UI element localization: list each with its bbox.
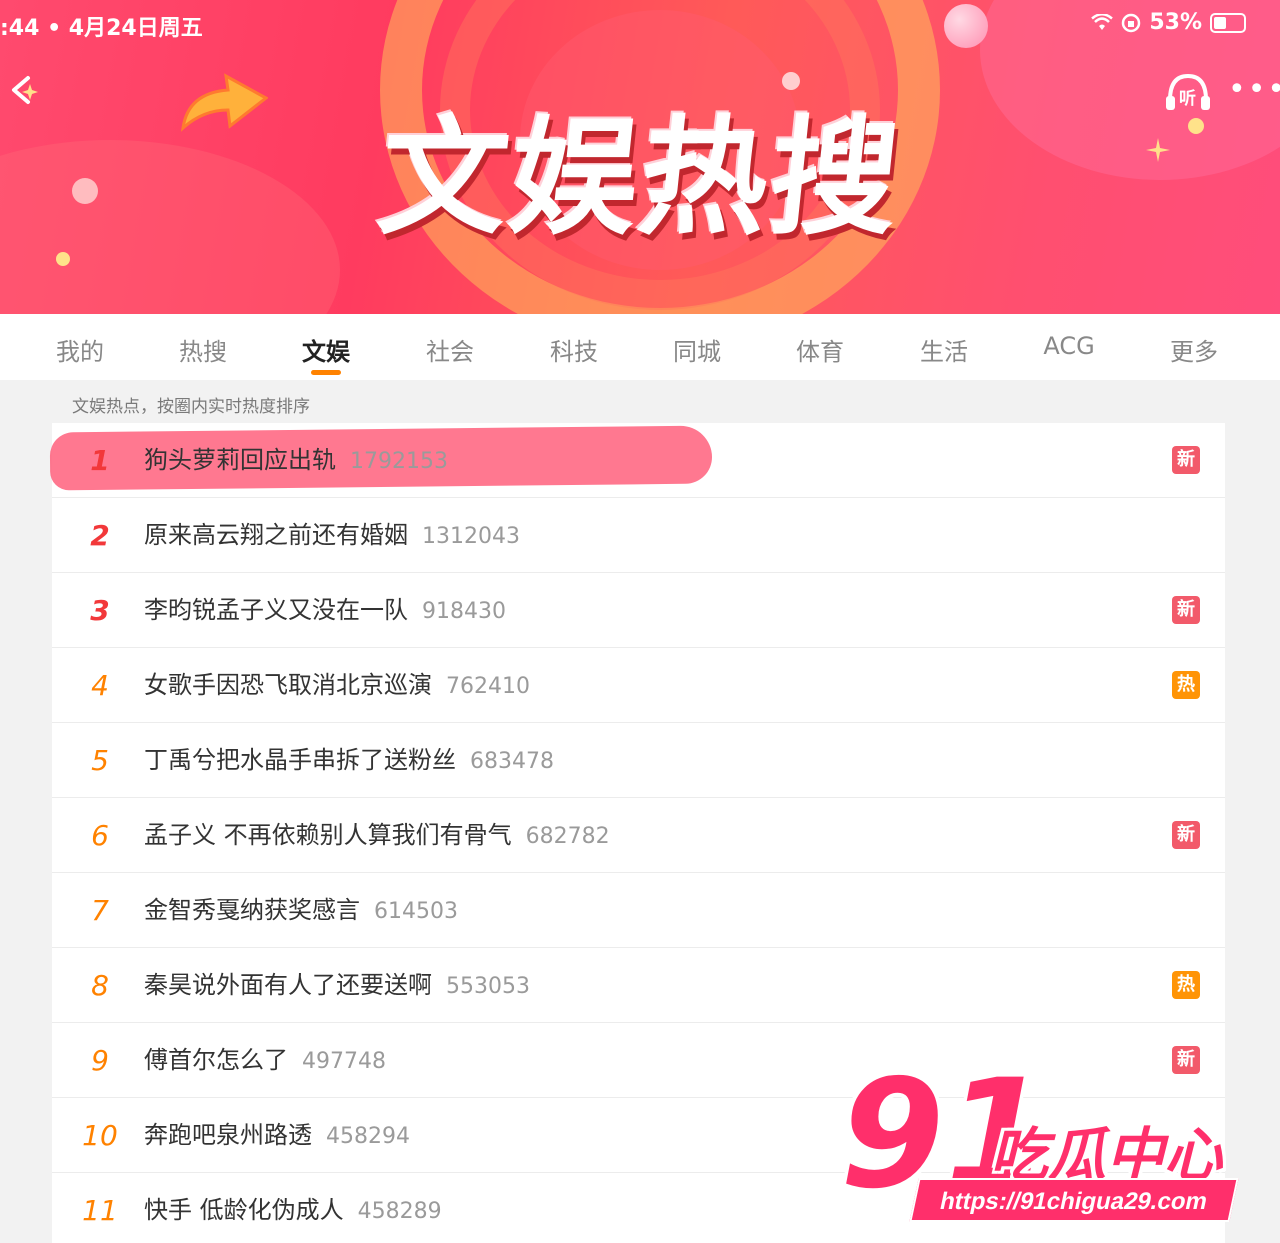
heat-count: 458289 xyxy=(357,1199,442,1224)
topic-text: 快手 低龄化伪成人 458289 xyxy=(144,1173,442,1243)
watermark-logo: 91 吃瓜中心 https://91chigua29.com xyxy=(840,1060,1260,1240)
listen-button[interactable]: 听 xyxy=(1164,72,1212,112)
topic-title: 秦昊说外面有人了还要送啊 xyxy=(144,971,432,999)
topic-text: 秦昊说外面有人了还要送啊 553053 xyxy=(144,948,530,1023)
topic-title: 李昀锐孟子义又没在一队 xyxy=(144,596,408,624)
sparkle-icon xyxy=(1146,138,1170,162)
rank-number: 3 xyxy=(90,594,110,627)
list-item[interactable]: 5 丁禹兮把水晶手串拆了送粉丝 683478 xyxy=(52,723,1225,798)
topic-text: 孟子义 不再依赖别人算我们有骨气 682782 xyxy=(144,798,610,873)
rank-number: 11 xyxy=(82,1194,118,1227)
tab-more[interactable]: 更多 xyxy=(1170,332,1218,367)
topic-text: 丁禹兮把水晶手串拆了送粉丝 683478 xyxy=(144,723,554,798)
list-item[interactable]: 6 孟子义 不再依赖别人算我们有骨气 682782 新 xyxy=(52,798,1225,873)
topic-title: 丁禹兮把水晶手串拆了送粉丝 xyxy=(144,746,456,774)
rank-number: 4 xyxy=(91,669,109,702)
back-button[interactable] xyxy=(4,70,44,110)
more-menu-button[interactable]: ••• xyxy=(1228,75,1280,105)
list-item[interactable]: 3 李昀锐孟子义又没在一队 918430 新 xyxy=(52,573,1225,648)
hot-badge: 热 xyxy=(1172,671,1200,699)
heat-count: 683478 xyxy=(470,749,554,774)
battery-icon xyxy=(1210,12,1246,33)
topic-text: 狗头萝莉回应出轨 1792153 xyxy=(144,423,448,498)
header-banner: :44 • 4月24日周五 53% 听 ••• xyxy=(0,0,1280,314)
back-arrow-icon xyxy=(12,76,38,104)
topic-title: 傅首尔怎么了 xyxy=(144,1046,288,1074)
new-badge: 新 xyxy=(1172,596,1200,624)
heat-count: 682782 xyxy=(525,824,610,849)
heat-count: 762410 xyxy=(446,674,530,699)
heat-count: 1312043 xyxy=(422,524,520,549)
topic-text: 原来高云翔之前还有婚姻 1312043 xyxy=(144,498,520,573)
list-description: 文娱热点，按圈内实时热度排序 xyxy=(72,397,310,417)
banner-decoration xyxy=(782,72,800,90)
status-indicators: 53% xyxy=(1091,10,1246,35)
topic-title: 狗头萝莉回应出轨 xyxy=(144,446,336,474)
wifi-icon xyxy=(1091,13,1114,30)
tab-acg[interactable]: ACG xyxy=(1043,332,1094,360)
tab-society[interactable]: 社会 xyxy=(426,332,474,367)
status-bar: :44 • 4月24日周五 53% xyxy=(0,10,1280,42)
new-badge: 新 xyxy=(1172,821,1200,849)
page-title: 文娱热搜 xyxy=(372,104,908,253)
arrow-decoration-icon xyxy=(180,73,268,132)
topic-text: 李昀锐孟子义又没在一队 918430 xyxy=(144,573,506,648)
rank-number: 6 xyxy=(91,819,109,852)
list-item[interactable]: 4 女歌手因恐飞取消北京巡演 762410 热 xyxy=(52,648,1225,723)
topic-title: 奔跑吧泉州路透 xyxy=(144,1121,312,1149)
heat-count: 918430 xyxy=(422,599,506,624)
list-item[interactable]: 2 原来高云翔之前还有婚姻 1312043 xyxy=(52,498,1225,573)
topic-title: 孟子义 不再依赖别人算我们有骨气 xyxy=(144,821,512,849)
heat-count: 553053 xyxy=(446,974,530,999)
banner-decoration xyxy=(0,140,340,314)
new-badge: 新 xyxy=(1172,446,1200,474)
topic-text: 傅首尔怎么了 497748 xyxy=(144,1023,386,1098)
listen-label: 听 xyxy=(1179,89,1196,109)
category-tabs: 我的 热搜 文娱 社会 科技 同城 体育 生活 ACG 更多 xyxy=(0,314,1280,380)
rank-number: 2 xyxy=(90,519,110,552)
topic-title: 快手 低龄化伪成人 xyxy=(144,1196,344,1224)
rank-number: 7 xyxy=(91,894,109,927)
heat-count: 458294 xyxy=(326,1124,410,1149)
rank-number: 5 xyxy=(91,744,109,777)
rank-number: 1 xyxy=(90,444,110,477)
list-item[interactable]: 1 狗头萝莉回应出轨 1792153 新 xyxy=(49,423,1225,498)
heat-count: 1792153 xyxy=(350,449,448,474)
tab-mine[interactable]: 我的 xyxy=(56,332,104,367)
tab-tech[interactable]: 科技 xyxy=(550,332,598,367)
tab-hot-search[interactable]: 热搜 xyxy=(179,332,227,367)
active-tab-indicator xyxy=(311,370,341,375)
tab-life[interactable]: 生活 xyxy=(920,332,968,367)
tab-sports[interactable]: 体育 xyxy=(796,332,844,367)
heat-count: 497748 xyxy=(302,1049,386,1074)
list-item[interactable]: 8 秦昊说外面有人了还要送啊 553053 热 xyxy=(52,948,1225,1023)
banner-decoration xyxy=(1188,118,1204,134)
banner-decoration xyxy=(56,252,70,266)
watermark-url: https://91chigua29.com xyxy=(909,1178,1239,1222)
battery-percent: 53% xyxy=(1149,10,1202,35)
topic-text: 女歌手因恐飞取消北京巡演 762410 xyxy=(144,648,530,723)
status-time: :44 • 4月24日周五 xyxy=(0,16,203,41)
rank-number: 8 xyxy=(91,969,109,1002)
topic-title: 女歌手因恐飞取消北京巡演 xyxy=(144,671,432,699)
topic-text: 金智秀戛纳获奖感言 614503 xyxy=(144,873,458,948)
topic-text: 奔跑吧泉州路透 458294 xyxy=(144,1098,410,1173)
orientation-lock-icon xyxy=(1122,13,1141,32)
tab-entertainment[interactable]: 文娱 xyxy=(302,332,350,367)
rank-number: 10 xyxy=(82,1119,118,1152)
rank-number: 9 xyxy=(91,1044,109,1077)
hot-badge: 热 xyxy=(1172,971,1200,999)
tab-local[interactable]: 同城 xyxy=(673,332,721,367)
list-item[interactable]: 7 金智秀戛纳获奖感言 614503 xyxy=(52,873,1225,948)
topic-title: 金智秀戛纳获奖感言 xyxy=(144,896,360,924)
banner-decoration xyxy=(72,178,98,204)
topic-title: 原来高云翔之前还有婚姻 xyxy=(144,521,408,549)
heat-count: 614503 xyxy=(374,899,458,924)
